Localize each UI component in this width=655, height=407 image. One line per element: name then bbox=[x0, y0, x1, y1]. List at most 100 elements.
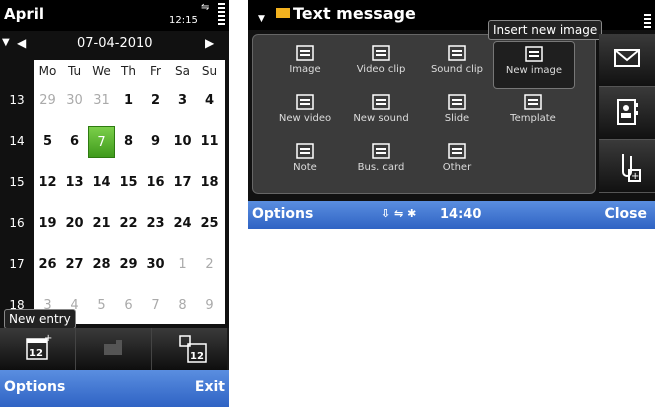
insert-item-label: Template bbox=[510, 113, 556, 124]
insert-item-new-video[interactable]: New video bbox=[265, 90, 345, 136]
day-cell[interactable]: 3 bbox=[169, 85, 196, 117]
insert-item-note[interactable]: Note bbox=[265, 139, 345, 185]
sound-clip-icon bbox=[448, 45, 466, 61]
day-cell[interactable]: 12 bbox=[34, 167, 61, 199]
insert-item-image[interactable]: Image bbox=[265, 41, 345, 87]
day-cell[interactable]: 7 bbox=[142, 290, 169, 322]
svg-text:12: 12 bbox=[190, 351, 204, 362]
insert-item-other[interactable]: Other bbox=[417, 139, 497, 185]
day-cell[interactable]: 19 bbox=[34, 208, 61, 240]
day-cell[interactable]: 5 bbox=[34, 126, 61, 158]
day-cell[interactable]: 21 bbox=[88, 208, 115, 240]
month-title: April bbox=[4, 5, 45, 23]
day-cell[interactable]: 29 bbox=[34, 85, 61, 117]
signal-icon: ▼ bbox=[258, 14, 265, 24]
day-cell[interactable]: 10 bbox=[169, 126, 196, 158]
camera-icon bbox=[525, 46, 543, 62]
video-clip-icon bbox=[372, 45, 390, 61]
day-cell[interactable]: 1 bbox=[115, 85, 142, 117]
svg-text:+: + bbox=[631, 171, 639, 182]
day-cell[interactable]: 5 bbox=[88, 290, 115, 322]
insert-item-new-image[interactable]: New image bbox=[493, 41, 575, 89]
day-cell[interactable]: 15 bbox=[115, 167, 142, 199]
day-cell[interactable]: 30 bbox=[142, 249, 169, 281]
day-cell[interactable]: 26 bbox=[34, 249, 61, 281]
insert-item-label: Image bbox=[289, 64, 321, 75]
day-cell[interactable]: 4 bbox=[196, 85, 223, 117]
go-to-date-button[interactable]: 12 bbox=[152, 328, 227, 370]
insert-item-slide[interactable]: Slide bbox=[417, 90, 497, 136]
calendar-toolbar: 12 + 12 bbox=[0, 328, 229, 370]
day-cell[interactable]: 6 bbox=[61, 126, 88, 158]
contacts-icon bbox=[617, 99, 638, 125]
selected-day-cell[interactable]: 7 bbox=[88, 126, 115, 158]
note-icon bbox=[296, 143, 314, 159]
close-softkey[interactable]: Close bbox=[604, 206, 647, 222]
connectivity-icons: ⇩ ⇋ ✱ bbox=[381, 207, 417, 220]
day-header: Fr bbox=[150, 64, 161, 78]
new-entry-tooltip: New entry bbox=[4, 309, 76, 329]
envelope-icon bbox=[614, 49, 640, 67]
options-softkey[interactable]: Options bbox=[252, 206, 313, 222]
day-cell[interactable]: 6 bbox=[115, 290, 142, 322]
day-cell[interactable]: 25 bbox=[196, 208, 223, 240]
day-cell[interactable]: 20 bbox=[61, 208, 88, 240]
send-message-button[interactable] bbox=[599, 34, 655, 87]
add-recipient-button[interactable] bbox=[599, 87, 655, 140]
slide-icon bbox=[448, 94, 466, 110]
day-cell[interactable]: 2 bbox=[142, 85, 169, 117]
insert-item-label: New video bbox=[278, 113, 332, 124]
insert-item-label: Bus. card bbox=[357, 162, 405, 173]
day-cell[interactable]: 28 bbox=[88, 249, 115, 281]
new-entry-icon: 12 + bbox=[26, 333, 52, 360]
options-softkey[interactable]: Options bbox=[4, 379, 65, 395]
next-arrow-icon[interactable]: ▶ bbox=[205, 36, 214, 50]
go-to-date-icon: 12 bbox=[179, 335, 207, 363]
day-cell[interactable]: 31 bbox=[88, 85, 115, 117]
insert-menu-panel: Image Video clip Sound clip New image New vi… bbox=[252, 34, 596, 194]
insert-item-label: Slide bbox=[444, 113, 470, 124]
day-cell[interactable]: 11 bbox=[196, 126, 223, 158]
day-cell[interactable]: 1 bbox=[169, 249, 196, 281]
week-number: 17 bbox=[9, 257, 25, 271]
day-header: Th bbox=[121, 64, 136, 78]
clock: 12:15 bbox=[169, 15, 198, 26]
day-cell[interactable]: 29 bbox=[115, 249, 142, 281]
day-cell[interactable]: 8 bbox=[115, 126, 142, 158]
new-entry-button[interactable]: 12 + bbox=[0, 328, 76, 370]
exit-softkey[interactable]: Exit bbox=[195, 379, 225, 395]
week-number: 14 bbox=[9, 134, 25, 148]
insert-item-label: Other bbox=[442, 162, 472, 173]
insert-item-new-sound[interactable]: New sound bbox=[341, 90, 421, 136]
attach-button[interactable]: + bbox=[599, 140, 655, 193]
message-softkeys: Options ⇩ ⇋ ✱ 14:40 Close bbox=[248, 201, 655, 229]
insert-item-bus-card[interactable]: Bus. card bbox=[341, 139, 421, 185]
day-cell[interactable]: 9 bbox=[196, 290, 223, 322]
day-cell[interactable]: 27 bbox=[61, 249, 88, 281]
day-cell[interactable]: 2 bbox=[196, 249, 223, 281]
video-camera-icon bbox=[296, 94, 314, 110]
calendar-softkeys: Options Exit bbox=[0, 370, 229, 407]
day-cell[interactable]: 17 bbox=[169, 167, 196, 199]
day-cell[interactable]: 22 bbox=[115, 208, 142, 240]
day-cell[interactable]: 30 bbox=[61, 85, 88, 117]
insert-item-label: New image bbox=[505, 65, 563, 76]
day-cell[interactable]: 8 bbox=[169, 290, 196, 322]
day-cell[interactable]: 14 bbox=[88, 167, 115, 199]
day-cell[interactable]: 23 bbox=[142, 208, 169, 240]
insert-item-sound-clip[interactable]: Sound clip bbox=[417, 41, 497, 87]
svg-text:12: 12 bbox=[29, 348, 43, 359]
insert-item-label: Video clip bbox=[356, 64, 406, 75]
insert-item-template[interactable]: Template bbox=[493, 90, 573, 136]
day-cell[interactable]: 13 bbox=[61, 167, 88, 199]
insert-item-video-clip[interactable]: Video clip bbox=[341, 41, 421, 87]
clock: 14:40 bbox=[440, 207, 482, 222]
disabled-toolbar-button[interactable] bbox=[76, 328, 152, 370]
day-cell[interactable]: 9 bbox=[142, 126, 169, 158]
day-cell[interactable]: 18 bbox=[196, 167, 223, 199]
battery-icon bbox=[218, 3, 225, 27]
day-cell[interactable]: 24 bbox=[169, 208, 196, 240]
day-header: Su bbox=[201, 64, 218, 78]
template-icon bbox=[524, 94, 542, 110]
day-cell[interactable]: 16 bbox=[142, 167, 169, 199]
